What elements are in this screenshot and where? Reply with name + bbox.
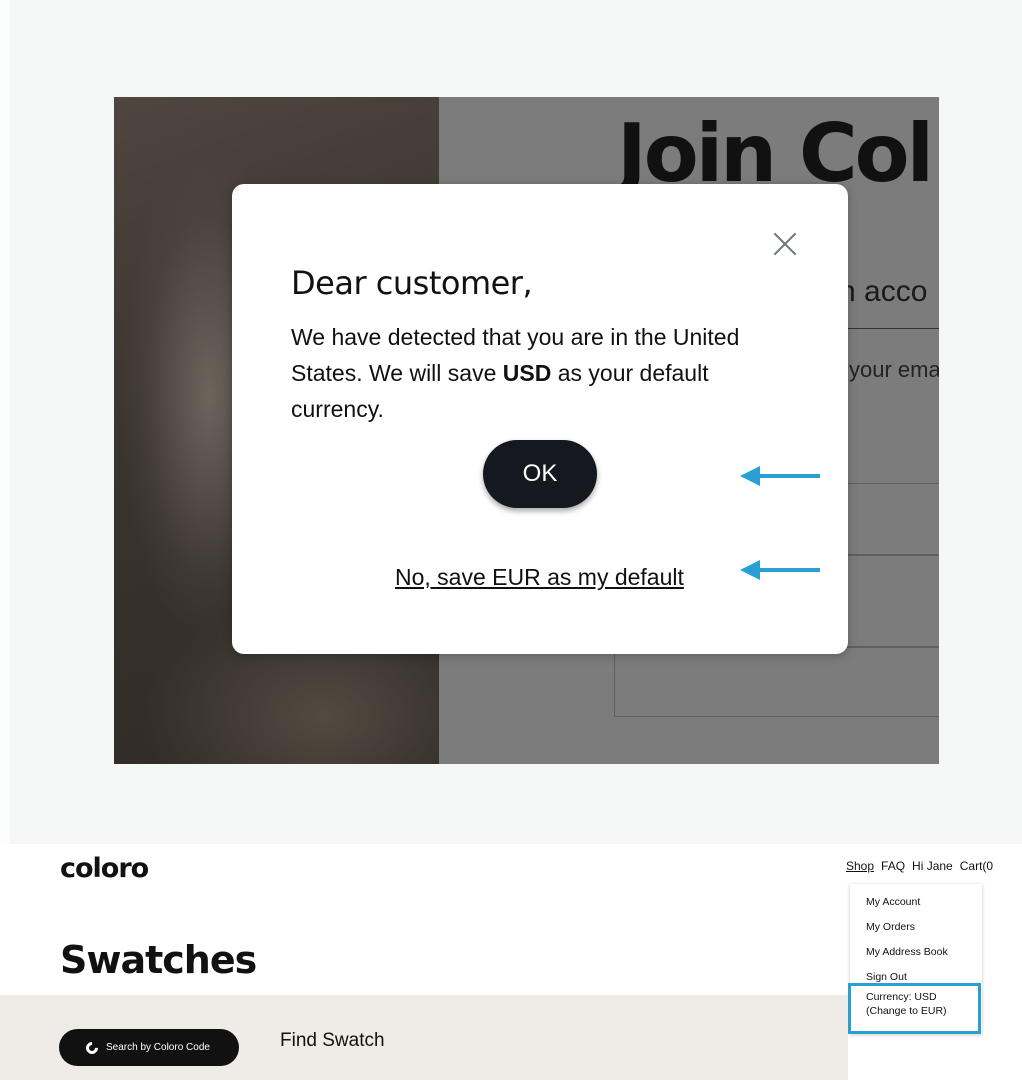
page-title: Swatches <box>60 938 257 982</box>
currency-change: (Change to EUR) <box>866 1005 947 1017</box>
currency-modal: Dear customer, We have detected that you… <box>232 184 848 654</box>
nav-cart[interactable]: Cart(0 <box>960 859 993 873</box>
menu-currency-switch[interactable]: Currency: USD (Change to EUR) <box>848 983 981 1034</box>
left-tint <box>0 0 10 844</box>
coloro-c-icon <box>83 1039 101 1056</box>
menu-my-account[interactable]: My Account <box>866 896 920 908</box>
coloro-logo[interactable]: coloro <box>60 853 149 884</box>
save-eur-link[interactable]: No, save EUR as my default <box>395 564 684 591</box>
modal-title: Dear customer, <box>291 264 533 302</box>
nav-greeting[interactable]: Hi Jane <box>912 859 953 873</box>
signup-email-hint: your ema <box>849 357 939 382</box>
modal-message: We have detected that you are in the Uni… <box>291 319 791 427</box>
signup-subtitle: n acco <box>839 275 928 308</box>
menu-my-orders[interactable]: My Orders <box>866 921 915 933</box>
ok-button[interactable]: OK <box>483 440 597 508</box>
currency-current: Currency: USD <box>866 991 937 1003</box>
nav-shop[interactable]: Shop <box>846 859 874 873</box>
search-by-code-button[interactable]: Search by Coloro Code <box>59 1029 239 1066</box>
search-button-label: Search by Coloro Code <box>106 1042 210 1053</box>
arrow-left-icon <box>740 466 820 486</box>
top-navigation: Shop FAQ Hi Jane Cart(0 <box>846 859 1000 873</box>
nav-faq[interactable]: FAQ <box>881 859 905 873</box>
modal-currency-code: USD <box>502 360 552 386</box>
arrow-left-icon <box>740 560 820 580</box>
close-icon[interactable] <box>773 232 797 256</box>
menu-address-book[interactable]: My Address Book <box>866 946 948 958</box>
signup-field[interactable] <box>614 647 939 717</box>
find-swatch-label[interactable]: Find Swatch <box>280 1030 385 1052</box>
menu-sign-out[interactable]: Sign Out <box>866 971 907 983</box>
